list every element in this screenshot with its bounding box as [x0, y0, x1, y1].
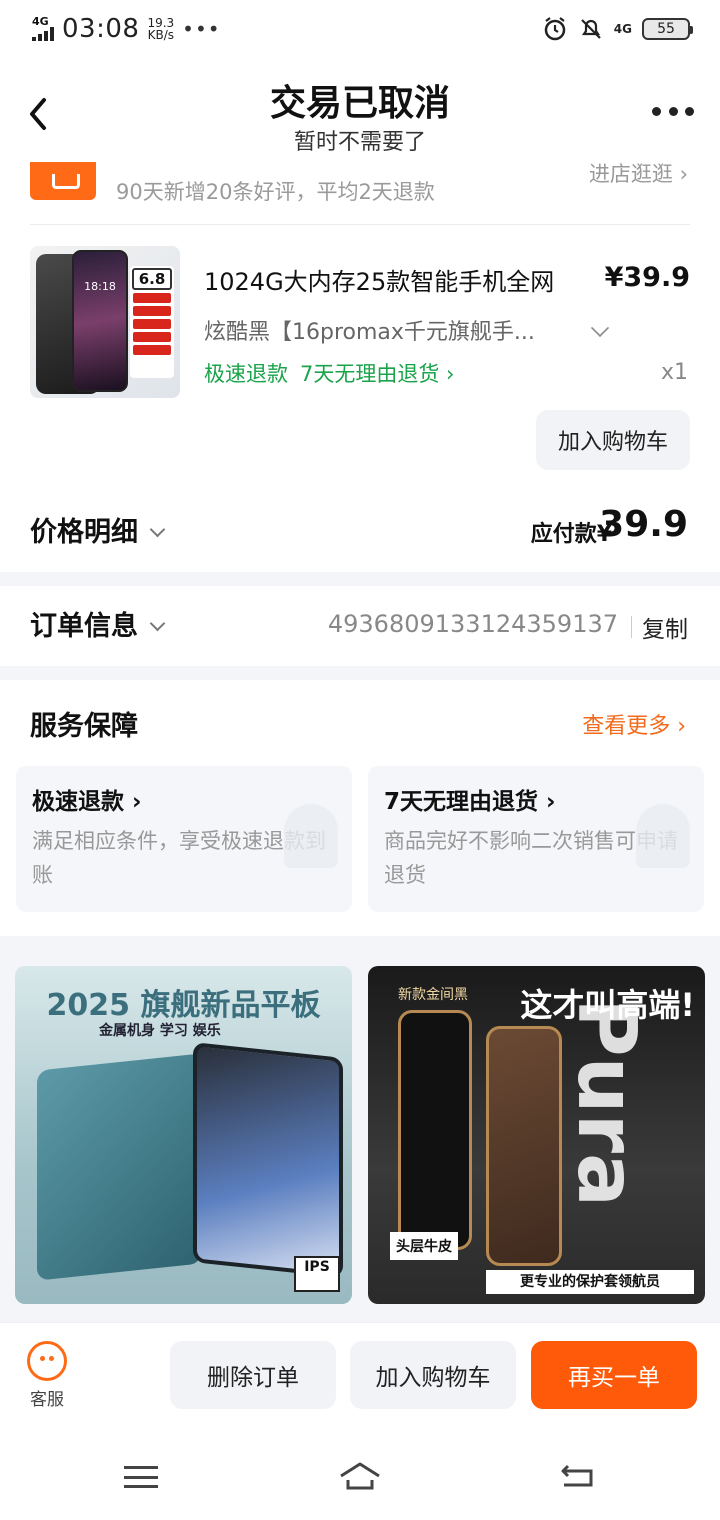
delete-order-button[interactable]: 删除订单: [170, 1341, 336, 1409]
order-info-label[interactable]: 订单信息: [30, 604, 166, 643]
tablet-ad-title: 2025 旗舰新品平板: [46, 988, 321, 1023]
bottom-action-bar: 客服 删除订单 加入购物车 再买一单: [0, 1322, 720, 1430]
shield-icon: [636, 804, 690, 868]
product-name[interactable]: 1024G大内存25款智能手机全网: [204, 262, 584, 297]
network-indicator: 4G: [32, 15, 54, 41]
chevron-down-icon: [149, 615, 166, 632]
copy-button[interactable]: 复制: [642, 610, 688, 644]
spec-sticker: 6.8: [130, 266, 174, 378]
seven-day-return-tag[interactable]: 7天无理由退货 ›: [300, 358, 454, 388]
customer-service-button[interactable]: 客服: [22, 1341, 72, 1410]
tablet-ad-subtitle: 金属机身 学习 娱乐: [99, 1023, 221, 1039]
store-logo-icon: [30, 162, 96, 200]
status-left: 4G 03:08 19.3 KB/s •••: [32, 14, 221, 44]
section-divider: [0, 666, 720, 680]
black-case-image: [398, 1010, 472, 1250]
clock: 03:08: [62, 14, 140, 44]
battery-icon: 55: [642, 18, 693, 40]
add-to-cart-button[interactable]: 加入购物车: [536, 410, 690, 470]
return-title: 7天无理由退货 ›: [384, 789, 556, 815]
product-tags: 极速退款 7天无理由退货 ›: [204, 358, 454, 388]
leather-tag: 头层牛皮: [390, 1232, 458, 1260]
product-image[interactable]: 18:18 6.8: [30, 246, 180, 398]
section-divider: [0, 572, 720, 586]
amount-due-value: 39.9: [599, 504, 688, 545]
phonecase-slogan: 更专业的保护套领航员: [486, 1270, 694, 1294]
product-quantity: x1: [660, 360, 688, 385]
phonecase-ad-subtitle: 新款金间黑: [398, 987, 468, 1003]
ips-badge: IPS: [294, 1256, 340, 1292]
more-options-icon[interactable]: [652, 104, 694, 118]
mute-bell-icon: [581, 19, 601, 39]
copy-separator: [631, 616, 632, 638]
price-detail-text: 价格明细: [30, 517, 138, 548]
price-detail-label[interactable]: 价格明细: [30, 510, 166, 549]
customer-service-label: 客服: [30, 1390, 64, 1410]
shield-icon: [284, 804, 338, 868]
mobile-data-indicator: 4G: [613, 22, 632, 36]
product-price: ¥39.9: [604, 262, 690, 293]
product-image-time: 18:18: [84, 280, 116, 293]
battery-level: 55: [657, 21, 675, 37]
page-title: 交易已取消: [269, 83, 450, 124]
buy-again-button[interactable]: 再买一单: [531, 1341, 697, 1409]
net-speed: 19.3 KB/s: [147, 17, 174, 41]
tablet-screen-image: [193, 1042, 343, 1278]
status-more-icon: •••: [182, 17, 221, 41]
system-nav-bar: [0, 1430, 720, 1520]
recommend-card-tablet[interactable]: 2025 旗舰新品平板 金属机身 学习 娱乐 IPS: [15, 966, 352, 1304]
spec-size: 6.8: [132, 268, 172, 290]
chevron-down-icon[interactable]: [590, 318, 610, 338]
signal-icon: [32, 27, 54, 41]
return-card[interactable]: 7天无理由退货 › 商品完好不影响二次销售可申请退货: [368, 766, 704, 912]
back-nav-icon[interactable]: [560, 1462, 596, 1490]
view-more-link[interactable]: 查看更多 ›: [582, 708, 686, 740]
fast-refund-tag: 极速退款: [204, 362, 288, 386]
fast-refund-card[interactable]: 极速退款 › 满足相应条件，享受极速退款到账: [16, 766, 352, 912]
store-description: 90天新增20条好评，平均2天退款: [116, 180, 435, 204]
alarm-icon: [544, 17, 566, 41]
status-bar: 4G 03:08 19.3 KB/s ••• 4G 55: [0, 0, 720, 58]
chevron-down-icon: [149, 521, 166, 538]
customer-service-icon: [27, 1341, 67, 1381]
page-header: 交易已取消 暂时不需要了: [0, 66, 720, 162]
brown-case-image: [486, 1026, 562, 1266]
brand-watermark: Pura: [559, 997, 653, 1208]
product-variant[interactable]: 炫酷黑【16promax千元旗舰手...: [204, 314, 574, 346]
visit-store-link[interactable]: 进店逛逛 ›: [589, 158, 688, 188]
add-to-cart-bottom-button[interactable]: 加入购物车: [350, 1341, 516, 1409]
tablet-back-image: [37, 1053, 202, 1281]
phone-front-image: 18:18: [72, 250, 128, 392]
service-title: 服务保障: [30, 711, 138, 742]
net-speed-unit: KB/s: [147, 28, 174, 42]
order-info-text: 订单信息: [30, 611, 138, 642]
product-item[interactable]: 18:18 6.8 1024G大内存25款智能手机全网 ¥39.9 炫酷黑【16…: [30, 246, 690, 486]
service-guarantee-section: 服务保障 查看更多 › 极速退款 › 满足相应条件，享受极速退款到账 7天无理由…: [0, 680, 720, 930]
network-type: 4G: [32, 15, 49, 28]
price-detail-row[interactable]: 价格明细 应付款¥ 39.9: [0, 496, 720, 568]
order-number: 4936809133124359137: [327, 610, 618, 638]
recommend-card-phonecase[interactable]: 新款金间黑 这才叫高端! Pura 头层牛皮 更专业的保护套领航员: [368, 966, 705, 1304]
home-icon[interactable]: [338, 1460, 382, 1492]
status-right: 4G 55: [542, 16, 693, 42]
store-row[interactable]: 90天新增20条好评，平均2天退款 进店逛逛 ›: [0, 150, 720, 222]
recent-apps-icon[interactable]: [124, 1466, 158, 1488]
divider: [30, 224, 690, 225]
order-info-row[interactable]: 订单信息 4936809133124359137 复制: [0, 590, 720, 662]
fast-refund-title: 极速退款 ›: [32, 789, 142, 815]
